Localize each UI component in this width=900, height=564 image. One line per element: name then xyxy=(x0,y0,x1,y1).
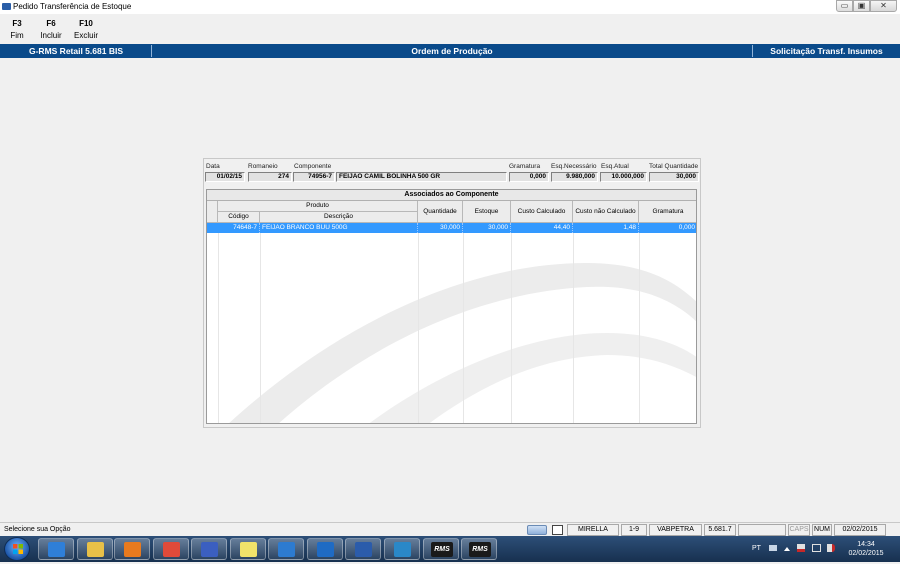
gramatura-column-header[interactable]: Gramatura xyxy=(639,201,696,223)
status-user: MIRELLA xyxy=(567,524,619,536)
module-title: Ordem de Produção xyxy=(411,46,493,56)
maximize-button[interactable]: ▣ xyxy=(853,0,870,12)
descricao-column-header[interactable]: Descrição xyxy=(260,212,418,223)
window-title-bar: Pedido Transferência de Estoque ▭ ▣ ✕ xyxy=(0,0,900,14)
status-date: 02/02/2015 xyxy=(834,524,886,536)
status-num: NUM xyxy=(812,524,832,536)
quantidade-column-header[interactable]: Quantidade xyxy=(418,201,463,223)
excluir-button[interactable]: F10 Excluir xyxy=(66,19,106,40)
codigo-cell: 74648-7 xyxy=(218,223,260,233)
data-label: Data xyxy=(206,163,220,170)
media-player-icon xyxy=(124,542,141,557)
minimize-button[interactable]: ▭ xyxy=(836,0,853,12)
fkey-action: Incluir xyxy=(40,31,62,40)
incluir-button[interactable]: F6 Incluir xyxy=(31,19,71,40)
taskbar: RMS RMS PT 14:34 02/02/2015 xyxy=(0,536,900,562)
esq-atual-field[interactable]: 10.000,000 xyxy=(600,172,647,182)
taskbar-app-button[interactable] xyxy=(230,538,266,560)
lync-icon xyxy=(278,542,295,557)
romaneio-field[interactable]: 274 xyxy=(248,172,292,182)
rms-app-icon-2: RMS xyxy=(469,542,491,557)
associados-grid[interactable]: Associados ao Componente Produto Código … xyxy=(206,189,697,424)
word-icon xyxy=(355,542,372,557)
taskbar-app-button[interactable] xyxy=(153,538,189,560)
descricao-cell: FEIJAO BRANCO BUU 500G xyxy=(260,223,418,233)
row-indicator-header xyxy=(207,201,218,223)
total-quantidade-label: Total Quantidade xyxy=(649,163,699,170)
status-version: 5.681.7 xyxy=(704,524,736,536)
esq-atual-label: Esq.Atual xyxy=(601,163,629,170)
table-row[interactable]: 74648-7 FEIJAO BRANCO BUU 500G 30,000 30… xyxy=(207,223,696,233)
sticky-notes-icon xyxy=(240,542,257,557)
document-icon xyxy=(552,525,563,535)
system-clock[interactable]: 14:34 02/02/2015 xyxy=(843,540,889,558)
app-icon xyxy=(2,3,11,10)
action-center-icon[interactable] xyxy=(797,544,805,552)
status-message: Selecione sua Opção xyxy=(4,526,71,533)
keyboard-tray-icon[interactable] xyxy=(769,545,777,551)
clock-time: 14:34 xyxy=(857,541,875,548)
fkey-label: F6 xyxy=(46,19,56,28)
componente-descricao-field[interactable]: FEIJAO CAMIL BOLINHA 500 GR xyxy=(336,172,507,182)
taskbar-app-button[interactable] xyxy=(345,538,381,560)
keyboard-icon xyxy=(527,525,547,535)
explorer-icon xyxy=(87,542,104,557)
taskbar-app-button[interactable] xyxy=(114,538,150,560)
language-indicator[interactable]: PT xyxy=(752,545,761,552)
chrome-icon xyxy=(163,542,180,557)
status-caps: CAPS xyxy=(788,524,810,536)
fkey-label: F10 xyxy=(79,19,93,28)
module-band: G-RMS Retail 5.681 BIS Ordem de Produção… xyxy=(0,44,900,58)
custo-calculado-column-header[interactable]: Custo Calculado xyxy=(511,201,573,223)
taskbar-app-button[interactable] xyxy=(268,538,304,560)
status-bar: Selecione sua Opção MIRELLA 1-9 VABPETRA… xyxy=(0,522,900,536)
remote-app-icon xyxy=(394,542,411,557)
clock-date: 02/02/2015 xyxy=(848,550,884,557)
estoque-column-header[interactable]: Estoque xyxy=(463,201,511,223)
status-range: 1-9 xyxy=(621,524,647,536)
custo-nao-calculado-cell: 1,48 xyxy=(573,223,639,233)
windows-logo-icon xyxy=(13,544,23,554)
fkey-action: Excluir xyxy=(73,31,98,40)
start-button[interactable] xyxy=(4,537,30,561)
ie-icon xyxy=(48,542,65,557)
total-quantidade-field[interactable]: 30,000 xyxy=(649,172,699,182)
window-title: Pedido Transferência de Estoque xyxy=(13,2,132,11)
taskbar-app-button[interactable] xyxy=(38,538,74,560)
taskbar-app-button[interactable] xyxy=(77,538,113,560)
status-blank xyxy=(738,524,786,536)
gramatura-field[interactable]: 0,000 xyxy=(509,172,549,182)
taskbar-app-button[interactable] xyxy=(384,538,420,560)
componente-label: Componente xyxy=(294,163,332,170)
grid-caption: Associados ao Componente xyxy=(207,190,696,201)
status-host: VABPETRA xyxy=(649,524,702,536)
system-version: G-RMS Retail 5.681 BIS xyxy=(28,46,123,56)
componente-codigo-field[interactable]: 74956-7 xyxy=(293,172,335,182)
network-icon[interactable] xyxy=(812,544,821,552)
estoque-cell: 30,000 xyxy=(463,223,511,233)
show-hidden-icons-icon[interactable] xyxy=(784,547,790,551)
taskbar-app-button[interactable] xyxy=(191,538,227,560)
esq-necessario-label: Esq.Necessário xyxy=(551,163,597,170)
custo-nao-calculado-column-header[interactable]: Custo não Calculado xyxy=(573,201,639,223)
rms-app-icon: RMS xyxy=(431,542,453,557)
taskbar-app-button[interactable]: RMS xyxy=(461,538,497,560)
quantidade-cell: 30,000 xyxy=(418,223,463,233)
data-field[interactable]: 01/02/15 xyxy=(205,172,245,182)
taskbar-app-button[interactable]: RMS xyxy=(423,538,459,560)
romaneio-label: Romaneio xyxy=(248,163,278,170)
gramatura-label: Gramatura xyxy=(509,163,541,170)
screen-title: Solicitação Transf. Insumos xyxy=(770,46,883,56)
volume-icon[interactable] xyxy=(827,544,835,552)
custo-calculado-cell: 44,40 xyxy=(511,223,573,233)
esq-necessario-field[interactable]: 9.980,000 xyxy=(551,172,598,182)
outlook-icon xyxy=(317,542,334,557)
network-app-icon xyxy=(201,542,218,557)
close-button[interactable]: ✕ xyxy=(870,0,897,12)
gramatura-cell: 0,000 xyxy=(639,223,696,233)
watermark-logo xyxy=(229,263,696,423)
produto-group-header: Produto xyxy=(218,201,418,212)
taskbar-app-button[interactable] xyxy=(307,538,343,560)
codigo-column-header[interactable]: Código xyxy=(218,212,260,223)
